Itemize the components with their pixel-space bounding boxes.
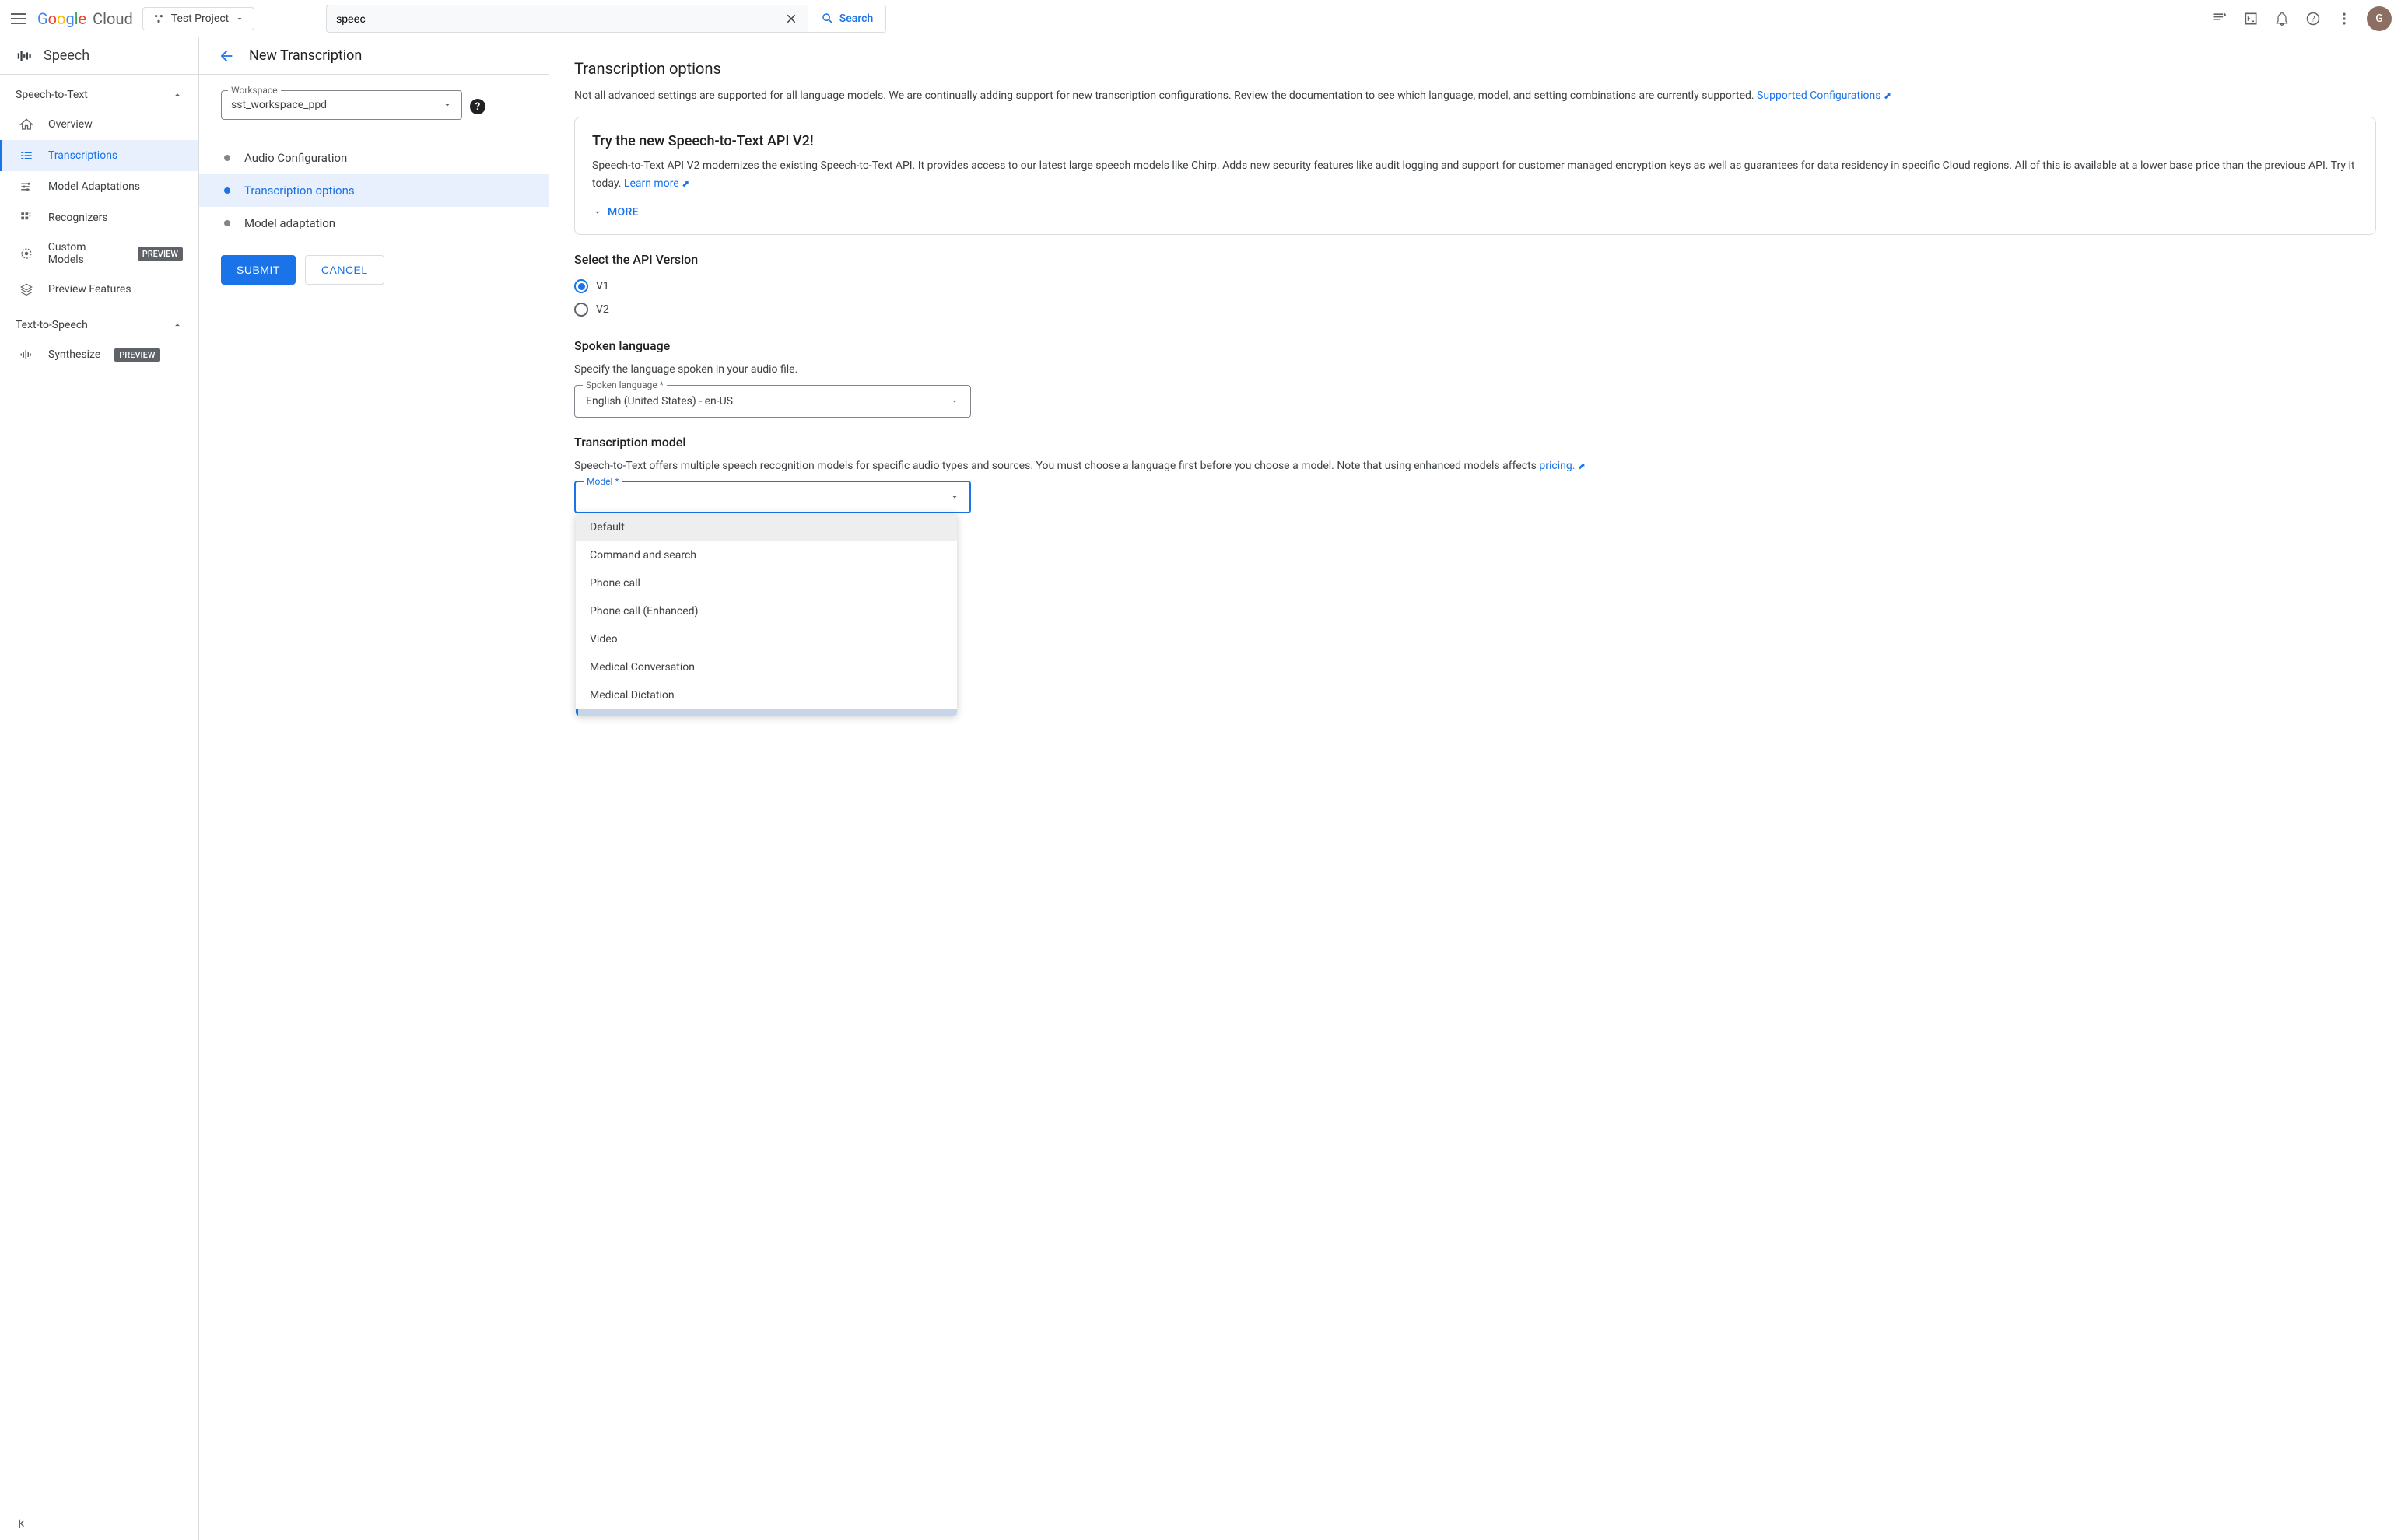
model-heading: Transcription model (574, 435, 2376, 450)
model-option-medical-dictation[interactable]: Medical Dictation (576, 681, 957, 709)
project-selector[interactable]: Test Project (142, 7, 254, 30)
submit-button[interactable]: SUBMIT (221, 255, 296, 285)
model-option-phone-call-enhanced[interactable]: Phone call (Enhanced) (576, 597, 957, 625)
notifications-icon[interactable] (2273, 10, 2291, 27)
chevron-down-icon (235, 14, 244, 23)
workspace-select[interactable]: Workspace sst_workspace_ppd (221, 90, 462, 120)
more-options-icon[interactable] (2336, 10, 2353, 27)
nav-item-preview-features[interactable]: Preview Features (0, 274, 198, 305)
chevron-down-icon (443, 100, 452, 110)
user-avatar[interactable]: G (2367, 6, 2392, 31)
workspace-help-icon[interactable]: ? (470, 99, 485, 114)
page-title: New Transcription (249, 47, 362, 64)
spoken-language-heading: Spoken language (574, 338, 2376, 353)
stepper-panel: New Transcription Workspace sst_workspac… (199, 37, 549, 1540)
chevron-up-icon (172, 320, 183, 331)
cancel-button[interactable]: CANCEL (305, 255, 384, 285)
model-option-long[interactable]: Long (576, 709, 957, 716)
search-input[interactable] (336, 12, 784, 25)
transcriptions-icon (19, 148, 34, 163)
radio-v1[interactable]: V1 (574, 275, 2376, 298)
clear-search-icon[interactable] (784, 12, 798, 26)
nav-item-recognizers[interactable]: Recognizers (0, 202, 198, 233)
top-bar: Google Cloud Test Project Search ? G (0, 0, 2401, 37)
detail-panel: Transcription options Not all advanced s… (549, 37, 2401, 1540)
model-select[interactable]: Model * Default Command and search Phone… (574, 481, 971, 513)
back-button[interactable] (218, 47, 235, 65)
radio-v2[interactable]: V2 (574, 298, 2376, 321)
supported-configs-link[interactable]: Supported Configurations ⬈ (1757, 89, 1891, 102)
nav-menu-icon[interactable] (9, 9, 28, 28)
nav-item-overview[interactable]: Overview (0, 109, 198, 140)
preview-badge: PREVIEW (114, 348, 159, 362)
nav-item-transcriptions[interactable]: Transcriptions (0, 140, 198, 171)
model-helper: Speech-to-Text offers multiple speech re… (574, 457, 2376, 474)
detail-heading: Transcription options (574, 59, 2376, 78)
step-transcription-options[interactable]: Transcription options (199, 174, 549, 207)
search-button[interactable]: Search (808, 5, 886, 33)
model-option-medical-conversation[interactable]: Medical Conversation (576, 653, 957, 681)
model-option-phone-call[interactable]: Phone call (576, 569, 957, 597)
product-header: Speech (0, 37, 198, 75)
radio-icon (574, 279, 588, 293)
v2-title: Try the new Speech-to-Text API V2! (592, 133, 2358, 149)
sidebar: Speech Speech-to-Text Overview Transcrip… (0, 37, 199, 1540)
sliders-icon (19, 179, 34, 194)
step-dot-icon (224, 220, 230, 226)
grid-icon (19, 210, 34, 226)
help-icon[interactable]: ? (2305, 10, 2322, 27)
chevron-down-icon (950, 397, 959, 406)
nav-group-stt[interactable]: Speech-to-Text (0, 81, 198, 109)
step-dot-icon (224, 155, 230, 161)
preview-badge: PREVIEW (138, 247, 183, 261)
collapse-sidebar-button[interactable] (16, 1517, 30, 1531)
spoken-language-value: English (United States) - en-US (586, 395, 733, 408)
cloud-shell-icon[interactable] (2211, 10, 2228, 27)
terminal-icon[interactable] (2242, 10, 2259, 27)
model-value (586, 491, 588, 503)
pricing-link[interactable]: pricing. ⬈ (1539, 460, 1586, 472)
chevron-down-icon (950, 492, 959, 502)
google-cloud-logo[interactable]: Google Cloud (37, 9, 133, 28)
more-button[interactable]: MORE (592, 206, 2358, 219)
nav-item-model-adaptations[interactable]: Model Adaptations (0, 171, 198, 202)
model-option-video[interactable]: Video (576, 625, 957, 653)
radio-icon (574, 303, 588, 317)
layers-icon (19, 282, 34, 297)
detail-intro: Not all advanced settings are supported … (574, 87, 2376, 104)
project-name: Test Project (171, 12, 229, 25)
nav-item-custom-models[interactable]: Custom Models PREVIEW (0, 233, 198, 274)
project-icon (152, 12, 165, 25)
external-link-icon: ⬈ (1884, 90, 1891, 101)
model-dropdown: Default Command and search Phone call Ph… (576, 513, 957, 716)
v2-info-box: Try the new Speech-to-Text API V2! Speec… (574, 117, 2376, 235)
step-dot-icon (224, 187, 230, 194)
api-version-heading: Select the API Version (574, 252, 2376, 267)
chevron-down-icon (592, 207, 603, 218)
step-model-adaptation[interactable]: Model adaptation (221, 207, 527, 240)
speech-icon (16, 47, 33, 65)
model-option-default[interactable]: Default (576, 513, 957, 541)
search-icon (821, 12, 835, 26)
spoken-language-helper: Specify the language spoken in your audi… (574, 361, 2376, 378)
nav-group-tts[interactable]: Text-to-Speech (0, 311, 198, 339)
model-option-command-search[interactable]: Command and search (576, 541, 957, 569)
workspace-value: sst_workspace_ppd (231, 99, 327, 111)
svg-text:?: ? (2312, 15, 2315, 23)
nav-item-synthesize[interactable]: Synthesize PREVIEW (0, 339, 198, 370)
step-audio-config[interactable]: Audio Configuration (221, 142, 527, 174)
target-icon (19, 246, 34, 261)
chevron-up-icon (172, 89, 183, 100)
learn-more-link[interactable]: Learn more ⬈ (624, 177, 689, 190)
external-link-icon: ⬈ (1578, 460, 1586, 471)
external-link-icon: ⬈ (682, 178, 689, 189)
spoken-language-select[interactable]: Spoken language * English (United States… (574, 385, 971, 418)
home-icon (19, 117, 34, 132)
waveform-icon (19, 347, 34, 362)
search-field-wrap (326, 5, 808, 33)
